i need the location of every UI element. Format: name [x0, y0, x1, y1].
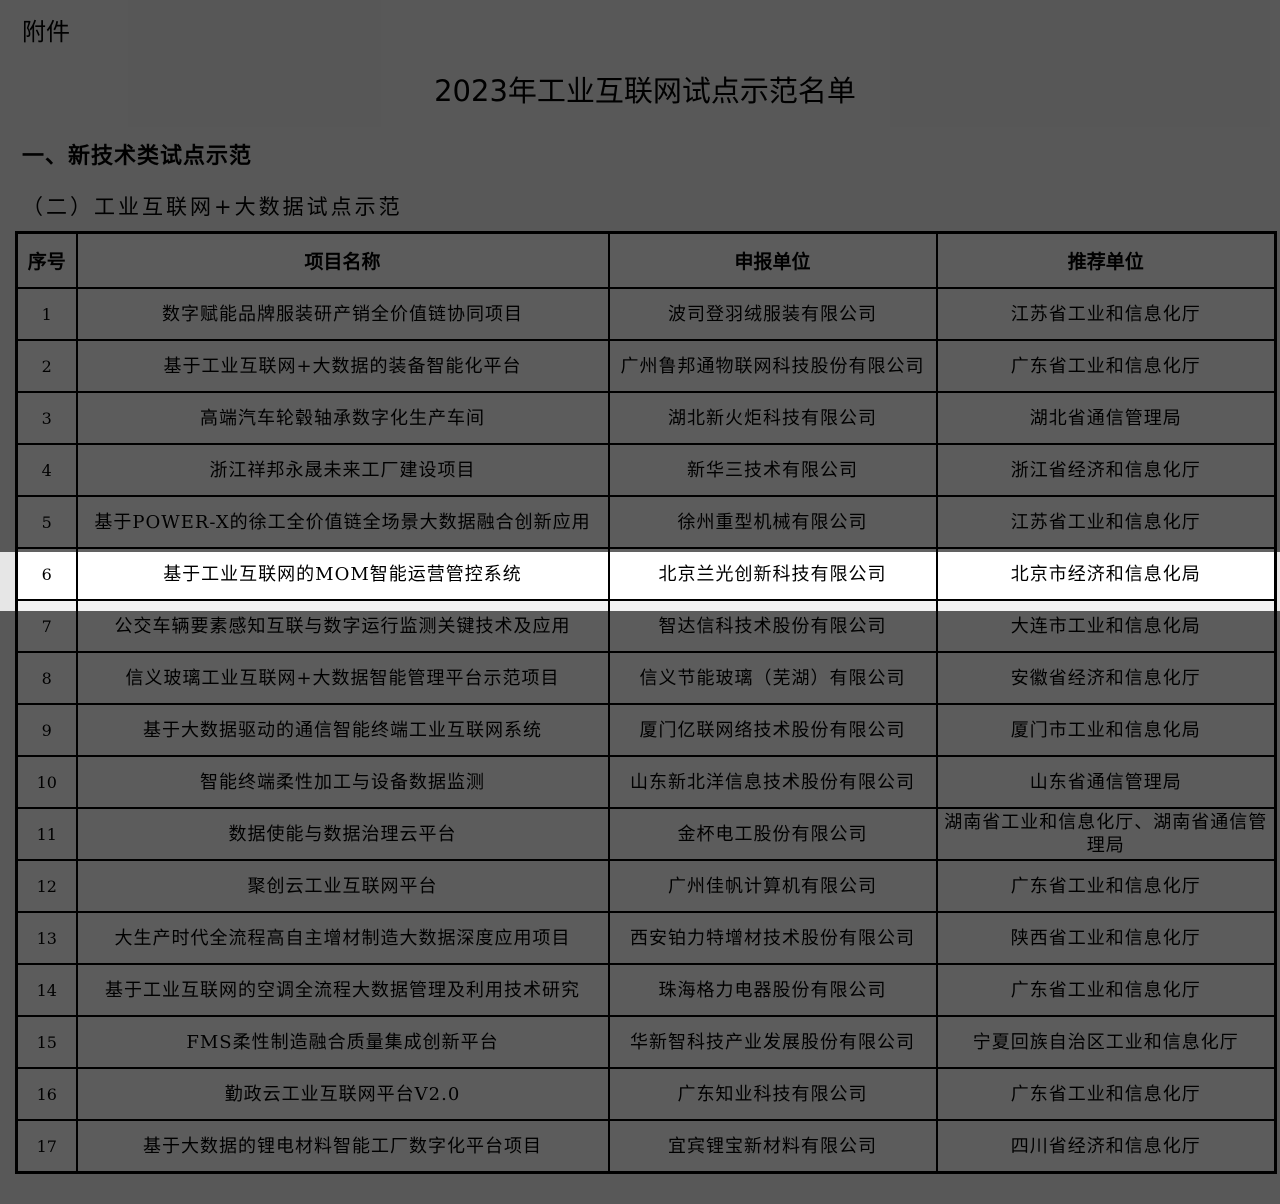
project-name: 基于工业互联网的MOM智能运营管控系统	[75, 547, 610, 601]
row-number: 5	[15, 495, 78, 549]
table-row: 9 基于大数据驱动的通信智能终端工业互联网系统 厦门亿联网络技术股份有限公司 厦门市工…	[15, 703, 1277, 757]
table-row: 5 基于POWER-X的徐工全价值链全场景大数据融合创新应用 徐州重型机械有限公司江…	[15, 495, 1277, 549]
row-number: 2	[15, 339, 78, 393]
header-project: 项目名称	[75, 231, 610, 289]
header-no: 序号	[15, 231, 78, 289]
table-row: 3 高端汽车轮毂轴承数字化生产车间 湖北新火炬科技有限公司 湖北省通信管理局	[15, 391, 1277, 445]
applicant-unit: 金杯电工股份有限公司	[607, 807, 938, 861]
recommender-unit: 广东省工业和信息化厅	[935, 963, 1277, 1017]
project-name: 大生产时代全流程高自主增材制造大数据深度应用项目	[75, 911, 610, 965]
project-name: 公交车辆要素感知互联与数字运行监测关键技术及应用	[75, 599, 610, 653]
table-row: 11 数据使能与数据治理云平台 金杯电工股份有限公司 湖南省工业和信息化厅、湖南省通信…	[15, 807, 1277, 861]
project-name: 数字赋能品牌服装研产销全价值链协同项目	[75, 287, 610, 341]
recommender-unit: 北京市经济和信息化局	[935, 547, 1277, 601]
recommender-unit: 浙江省经济和信息化厅	[935, 443, 1277, 497]
table-row: 12 聚创云工业互联网平台 广州佳帆计算机有限公司 广东省工业和信息化厅	[15, 859, 1277, 913]
applicant-unit: 珠海格力电器股份有限公司	[607, 963, 938, 1017]
applicant-unit: 波司登羽绒服装有限公司	[607, 287, 938, 341]
row-number: 1	[15, 287, 78, 341]
pilot-list-table: 序号 项目名称 申报单位 推荐单位 1 数字赋能品牌服装研产销全价值链协同项目 波司…	[15, 231, 1277, 1174]
project-name: 数据使能与数据治理云平台	[75, 807, 610, 861]
recommender-unit: 广东省工业和信息化厅	[935, 859, 1277, 913]
applicant-unit: 广东知业科技有限公司	[607, 1067, 938, 1121]
recommender-unit: 湖北省通信管理局	[935, 391, 1277, 445]
row-number: 14	[15, 963, 78, 1017]
applicant-unit: 广州佳帆计算机有限公司	[607, 859, 938, 913]
recommender-unit: 广东省工业和信息化厅	[935, 1067, 1277, 1121]
project-name: 智能终端柔性加工与设备数据监测	[75, 755, 610, 809]
project-name: 聚创云工业互联网平台	[75, 859, 610, 913]
row-number: 13	[15, 911, 78, 965]
recommender-unit: 四川省经济和信息化厅	[935, 1119, 1277, 1174]
recommender-unit: 江苏省工业和信息化厅	[935, 495, 1277, 549]
row-number: 12	[15, 859, 78, 913]
applicant-unit: 广州鲁邦通物联网科技股份有限公司	[607, 339, 938, 393]
recommender-unit: 江苏省工业和信息化厅	[935, 287, 1277, 341]
project-name: 基于工业互联网的空调全流程大数据管理及利用技术研究	[75, 963, 610, 1017]
row-number: 3	[15, 391, 78, 445]
table-row: 7 公交车辆要素感知互联与数字运行监测关键技术及应用 智达信科技术股份有限公司 大连市…	[15, 599, 1277, 653]
applicant-unit: 湖北新火炬科技有限公司	[607, 391, 938, 445]
project-name: FMS柔性制造融合质量集成创新平台	[75, 1015, 610, 1069]
applicant-unit: 北京兰光创新科技有限公司	[607, 547, 938, 601]
applicant-unit: 徐州重型机械有限公司	[607, 495, 938, 549]
project-name: 基于大数据驱动的通信智能终端工业互联网系统	[75, 703, 610, 757]
table-row: 14 基于工业互联网的空调全流程大数据管理及利用技术研究 珠海格力电器股份有限公司广…	[15, 963, 1277, 1017]
table-row: 6 基于工业互联网的MOM智能运营管控系统 北京兰光创新科技有限公司 北京市经济和信息…	[15, 547, 1277, 601]
table-row: 10 智能终端柔性加工与设备数据监测 山东新北洋信息技术股份有限公司 山东省通信管理局	[15, 755, 1277, 809]
project-name: 浙江祥邦永晟未来工厂建设项目	[75, 443, 610, 497]
applicant-unit: 厦门亿联网络技术股份有限公司	[607, 703, 938, 757]
table-row: 4 浙江祥邦永晟未来工厂建设项目 新华三技术有限公司 浙江省经济和信息化厅	[15, 443, 1277, 497]
table-row: 8 信义玻璃工业互联网+大数据智能管理平台示范项目 信义节能玻璃（芜湖）有限公司 安徽…	[15, 651, 1277, 705]
applicant-unit: 新华三技术有限公司	[607, 443, 938, 497]
recommender-unit: 山东省通信管理局	[935, 755, 1277, 809]
applicant-unit: 宜宾锂宝新材料有限公司	[607, 1119, 938, 1174]
project-name: 信义玻璃工业互联网+大数据智能管理平台示范项目	[75, 651, 610, 705]
project-name: 勤政云工业互联网平台V2.0	[75, 1067, 610, 1121]
row-number: 16	[15, 1067, 78, 1121]
row-number: 8	[15, 651, 78, 705]
table-row: 17 基于大数据的锂电材料智能工厂数字化平台项目 宜宾锂宝新材料有限公司 四川省经济和…	[15, 1119, 1277, 1174]
recommender-unit: 湖南省工业和信息化厅、湖南省通信管理局	[935, 807, 1277, 861]
subsection-heading: （二）工业互联网+大数据试点示范	[22, 195, 403, 219]
row-number: 15	[15, 1015, 78, 1069]
applicant-unit: 西安铂力特增材技术股份有限公司	[607, 911, 938, 965]
table-row: 15 FMS柔性制造融合质量集成创新平台 华新智科技产业发展股份有限公司 宁夏回族自治…	[15, 1015, 1277, 1069]
table-row: 16 勤政云工业互联网平台V2.0 广东知业科技有限公司 广东省工业和信息化厅	[15, 1067, 1277, 1121]
recommender-unit: 广东省工业和信息化厅	[935, 339, 1277, 393]
applicant-unit: 信义节能玻璃（芜湖）有限公司	[607, 651, 938, 705]
table-row: 13 大生产时代全流程高自主增材制造大数据深度应用项目 西安铂力特增材技术股份有限公…	[15, 911, 1277, 965]
applicant-unit: 智达信科技术股份有限公司	[607, 599, 938, 653]
row-number: 17	[15, 1119, 78, 1174]
project-name: 基于大数据的锂电材料智能工厂数字化平台项目	[75, 1119, 610, 1174]
table-row: 2 基于工业互联网+大数据的装备智能化平台 广州鲁邦通物联网科技股份有限公司 广东省工…	[15, 339, 1277, 393]
table-row: 1 数字赋能品牌服装研产销全价值链协同项目 波司登羽绒服装有限公司 江苏省工业和信息化…	[15, 287, 1277, 341]
row-number: 7	[15, 599, 78, 653]
project-name: 基于POWER-X的徐工全价值链全场景大数据融合创新应用	[75, 495, 610, 549]
header-applicant: 申报单位	[607, 231, 938, 289]
row-number: 10	[15, 755, 78, 809]
page-title: 2023年工业互联网试点示范名单	[434, 74, 856, 108]
row-number: 9	[15, 703, 78, 757]
applicant-unit: 山东新北洋信息技术股份有限公司	[607, 755, 938, 809]
header-recommender: 推荐单位	[935, 231, 1277, 289]
attachment-label: 附件	[22, 18, 70, 46]
recommender-unit: 大连市工业和信息化局	[935, 599, 1277, 653]
row-number: 4	[15, 443, 78, 497]
project-name: 高端汽车轮毂轴承数字化生产车间	[75, 391, 610, 445]
project-name: 基于工业互联网+大数据的装备智能化平台	[75, 339, 610, 393]
table-header-row: 序号 项目名称 申报单位 推荐单位	[15, 231, 1277, 289]
recommender-unit: 宁夏回族自治区工业和信息化厅	[935, 1015, 1277, 1069]
row-number: 11	[15, 807, 78, 861]
section-heading: 一、新技术类试点示范	[22, 144, 253, 169]
applicant-unit: 华新智科技产业发展股份有限公司	[607, 1015, 938, 1069]
recommender-unit: 厦门市工业和信息化局	[935, 703, 1277, 757]
recommender-unit: 陕西省工业和信息化厅	[935, 911, 1277, 965]
row-number: 6	[15, 547, 78, 601]
recommender-unit: 安徽省经济和信息化厅	[935, 651, 1277, 705]
